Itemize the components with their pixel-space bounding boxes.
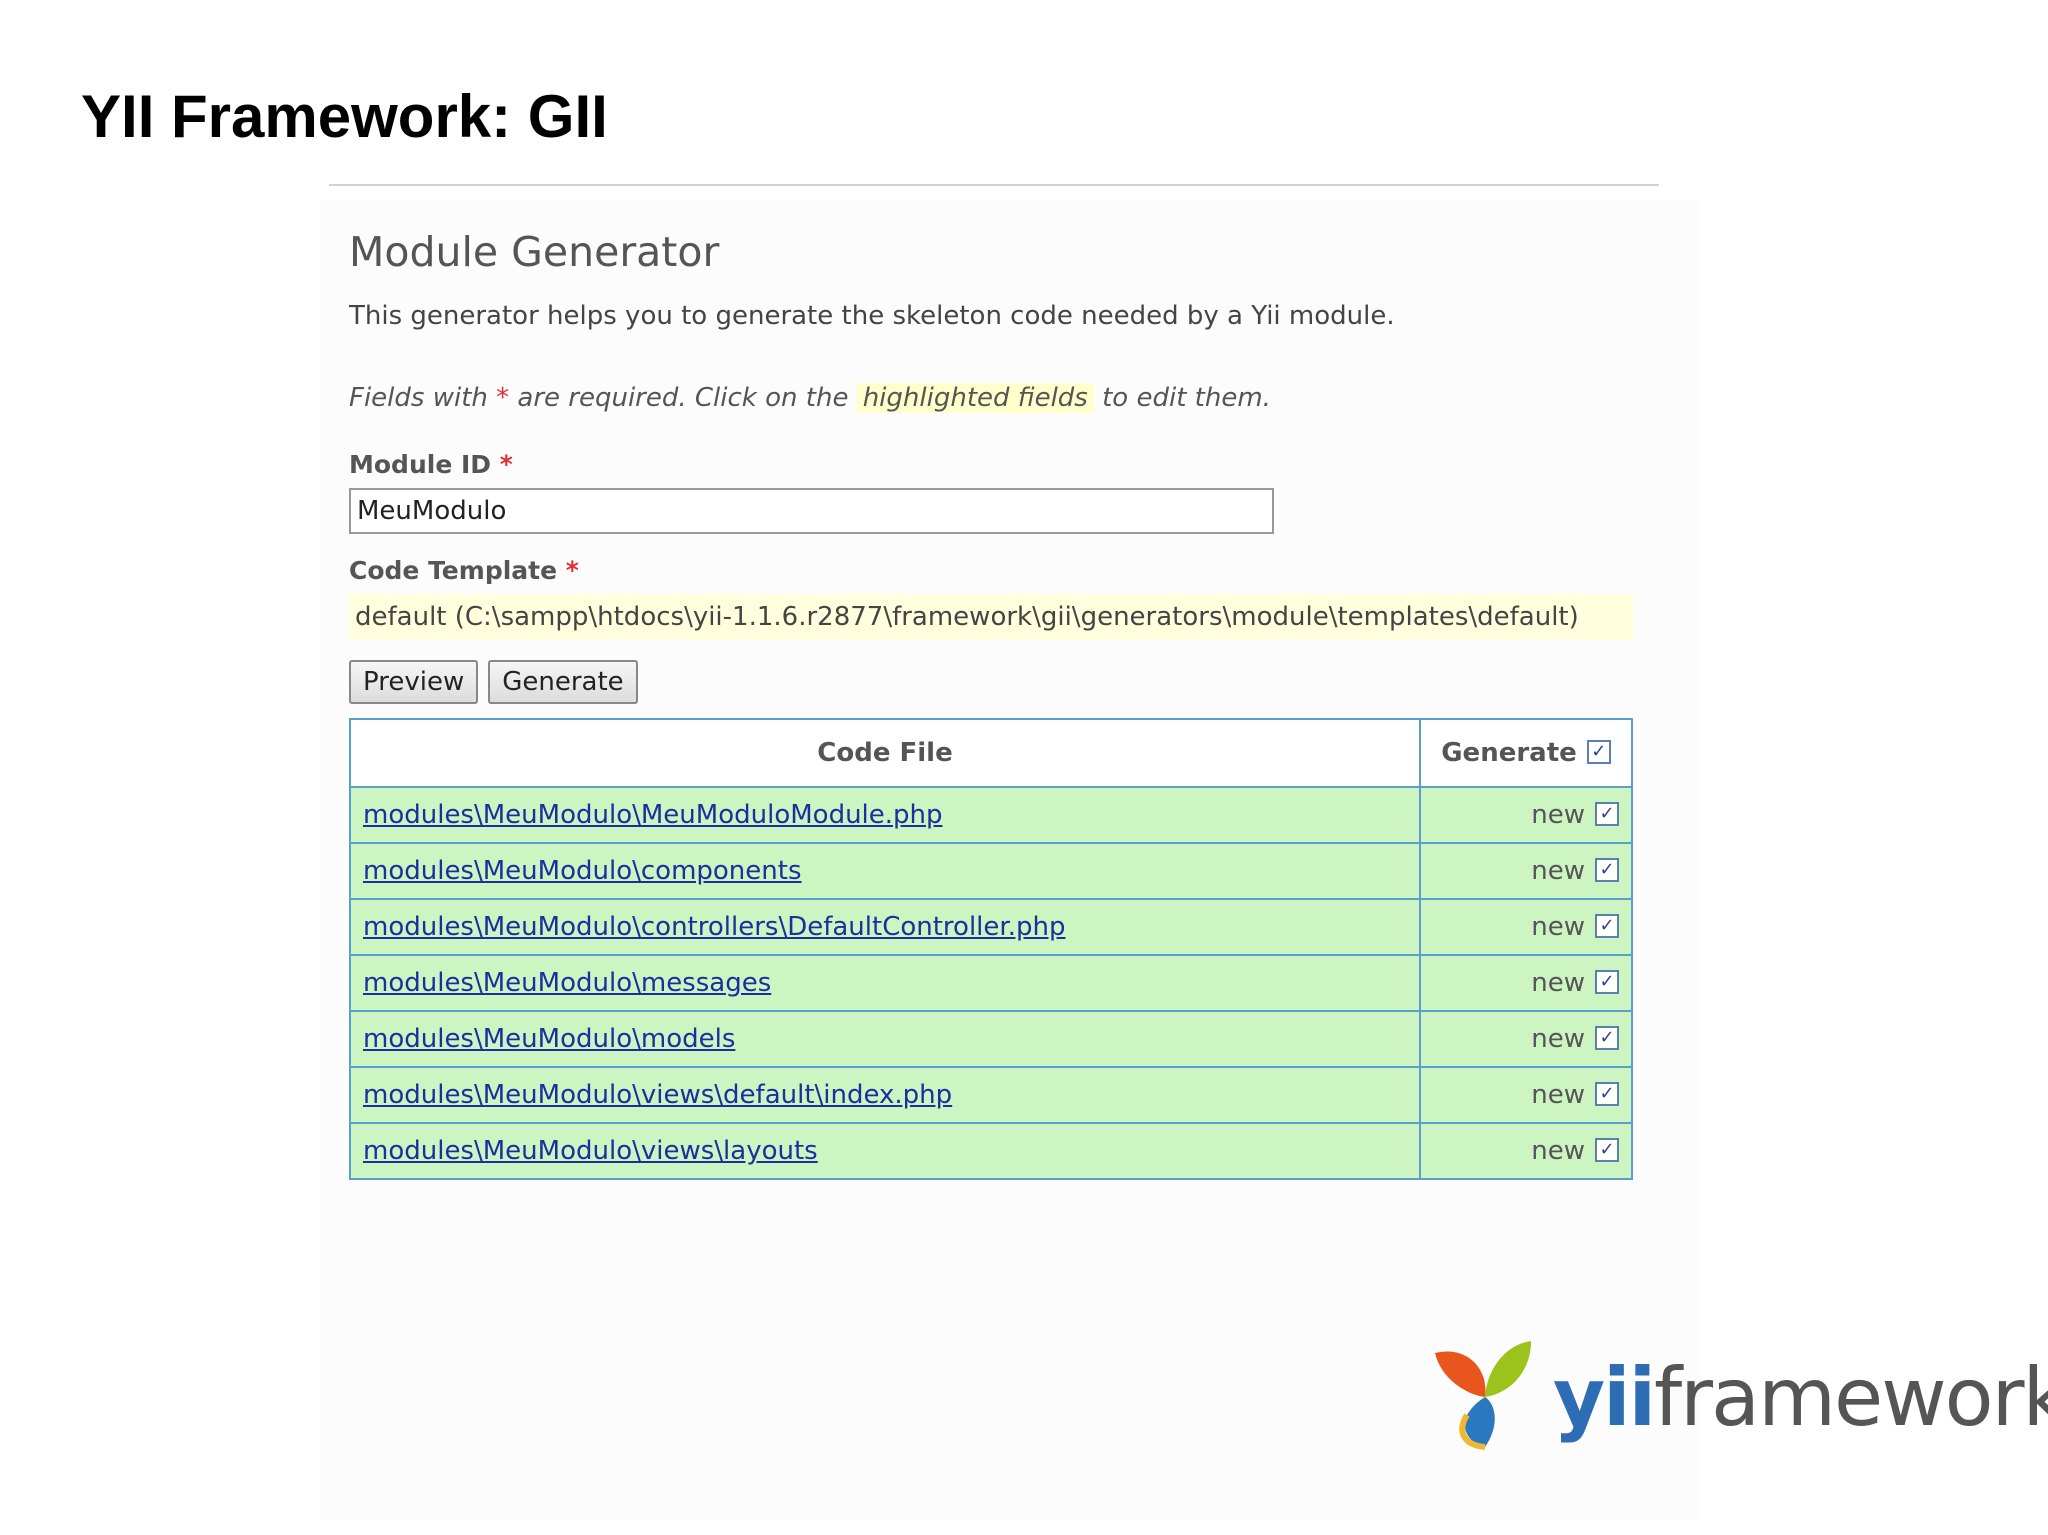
logo-framework-text: framework — [1654, 1351, 2048, 1444]
generator-title: Module Generator — [349, 228, 720, 276]
logo-wordmark: yiiframework — [1553, 1353, 2048, 1443]
table-row: modules\MeuModulo\views\layouts new ✓ — [349, 1122, 1633, 1180]
required-fields-hint: Fields with * are required. Click on the… — [349, 372, 1639, 424]
required-star: * — [499, 450, 513, 479]
table-row: modules\MeuModulo\MeuModuloModule.php ne… — [349, 786, 1633, 844]
select-all-checkbox[interactable]: ✓ — [1586, 740, 1611, 764]
file-link[interactable]: modules\MeuModulo\views\default\index.ph… — [363, 1080, 952, 1110]
required-star: * — [565, 556, 579, 585]
file-link[interactable]: modules\MeuModulo\messages — [363, 968, 771, 998]
generate-checkbox[interactable]: ✓ — [1595, 802, 1619, 826]
generate-button[interactable]: Generate — [488, 660, 638, 704]
divider — [329, 184, 1659, 186]
table-row: modules\MeuModulo\controllers\DefaultCon… — [349, 898, 1633, 956]
generate-checkbox[interactable]: ✓ — [1595, 1138, 1619, 1162]
button-bar: Preview Generate — [349, 660, 1639, 704]
module-id-label: Module ID * — [349, 446, 1639, 484]
generate-checkbox[interactable]: ✓ — [1595, 1026, 1619, 1050]
status-label: new — [1531, 1136, 1585, 1166]
hint-suffix: to edit them. — [1093, 383, 1271, 413]
code-template-field[interactable]: default (C:\sampp\htdocs\yii-1.1.6.r2877… — [349, 594, 1633, 640]
hint-highlight: highlighted fields — [856, 383, 1094, 413]
file-link[interactable]: modules\MeuModulo\components — [363, 856, 802, 886]
generate-checkbox[interactable]: ✓ — [1595, 858, 1619, 882]
code-template-label: Code Template * — [349, 552, 1639, 590]
status-label: new — [1531, 968, 1585, 998]
status-label: new — [1531, 800, 1585, 830]
file-link[interactable]: modules\MeuModulo\controllers\DefaultCon… — [363, 912, 1065, 942]
code-files-table: Code File Generate ✓ modules\MeuModulo\Me… — [349, 718, 1633, 1180]
hint-prefix: Fields with — [349, 383, 497, 413]
file-link[interactable]: modules\MeuModulo\MeuModuloModule.php — [363, 800, 943, 830]
slide-title: YII Framework: GII — [81, 83, 608, 150]
table-header-row: Code File Generate ✓ — [349, 718, 1633, 788]
generate-header-label: Generate — [1441, 738, 1577, 768]
yii-framework-logo: yiiframework — [1427, 1335, 2048, 1455]
generate-checkbox[interactable]: ✓ — [1595, 970, 1619, 994]
table-row: modules\MeuModulo\components new ✓ — [349, 842, 1633, 900]
status-label: new — [1531, 912, 1585, 942]
module-generator-panel: Module Generator This generator helps yo… — [349, 222, 1639, 1180]
status-label: new — [1531, 856, 1585, 886]
generate-checkbox[interactable]: ✓ — [1595, 914, 1619, 938]
code-template-label-text: Code Template — [349, 556, 558, 585]
status-label: new — [1531, 1024, 1585, 1054]
generator-description: This generator helps you to generate the… — [349, 301, 1395, 331]
module-id-label-text: Module ID — [349, 450, 492, 479]
status-label: new — [1531, 1080, 1585, 1110]
generate-header: Generate ✓ — [1419, 718, 1633, 788]
logo-yii-text: yii — [1553, 1351, 1656, 1444]
file-link[interactable]: modules\MeuModulo\views\layouts — [363, 1136, 818, 1166]
generate-checkbox[interactable]: ✓ — [1595, 1082, 1619, 1106]
hint-middle: are required. Click on the — [509, 383, 857, 413]
table-row: modules\MeuModulo\views\default\index.ph… — [349, 1066, 1633, 1124]
preview-button[interactable]: Preview — [349, 660, 479, 704]
table-row: modules\MeuModulo\models new ✓ — [349, 1010, 1633, 1068]
module-id-input[interactable] — [349, 488, 1274, 534]
file-link[interactable]: modules\MeuModulo\models — [363, 1024, 735, 1054]
yii-leaf-logo-icon — [1435, 1341, 1531, 1450]
code-file-header: Code File — [349, 718, 1421, 788]
required-star: * — [496, 383, 510, 413]
table-row: modules\MeuModulo\messages new ✓ — [349, 954, 1633, 1012]
